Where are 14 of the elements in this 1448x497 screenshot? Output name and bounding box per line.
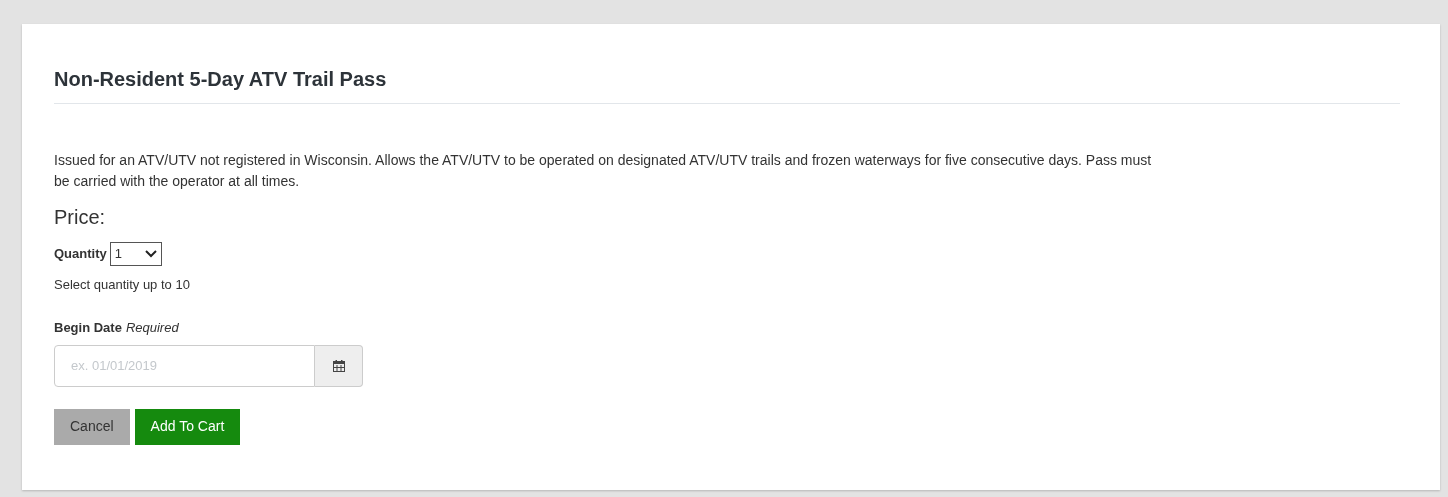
required-note: Required [125,319,179,337]
date-field[interactable]: ex. 01/01/2019 [54,344,315,387]
calendar-button[interactable] [315,344,363,387]
page-title: Non-Resident 5-Day ATV Trail Pass [54,67,387,92]
chevron-down-icon [144,250,157,258]
begin-date-label: Begin Date [54,319,122,337]
cancel-button[interactable]: Cancel [54,408,130,445]
quantity-label: Quantity [54,245,107,264]
price-label: Price: [54,206,106,228]
description-text: Issued for an ATV/UTV not registered in Wisconsin. Allows the ATV/UTV to be operated on designated ATV/UTV trails and frozen waterways for five consecutive days. Pass must be carried with the operator at all times. [54,151,1153,191]
add-to-cart-button[interactable]: Add To Cart [134,408,241,445]
quantity-hint: Select quantity up to 10 [54,277,190,292]
quantity-select[interactable]: 1 [109,242,162,266]
calendar-icon [332,359,345,372]
